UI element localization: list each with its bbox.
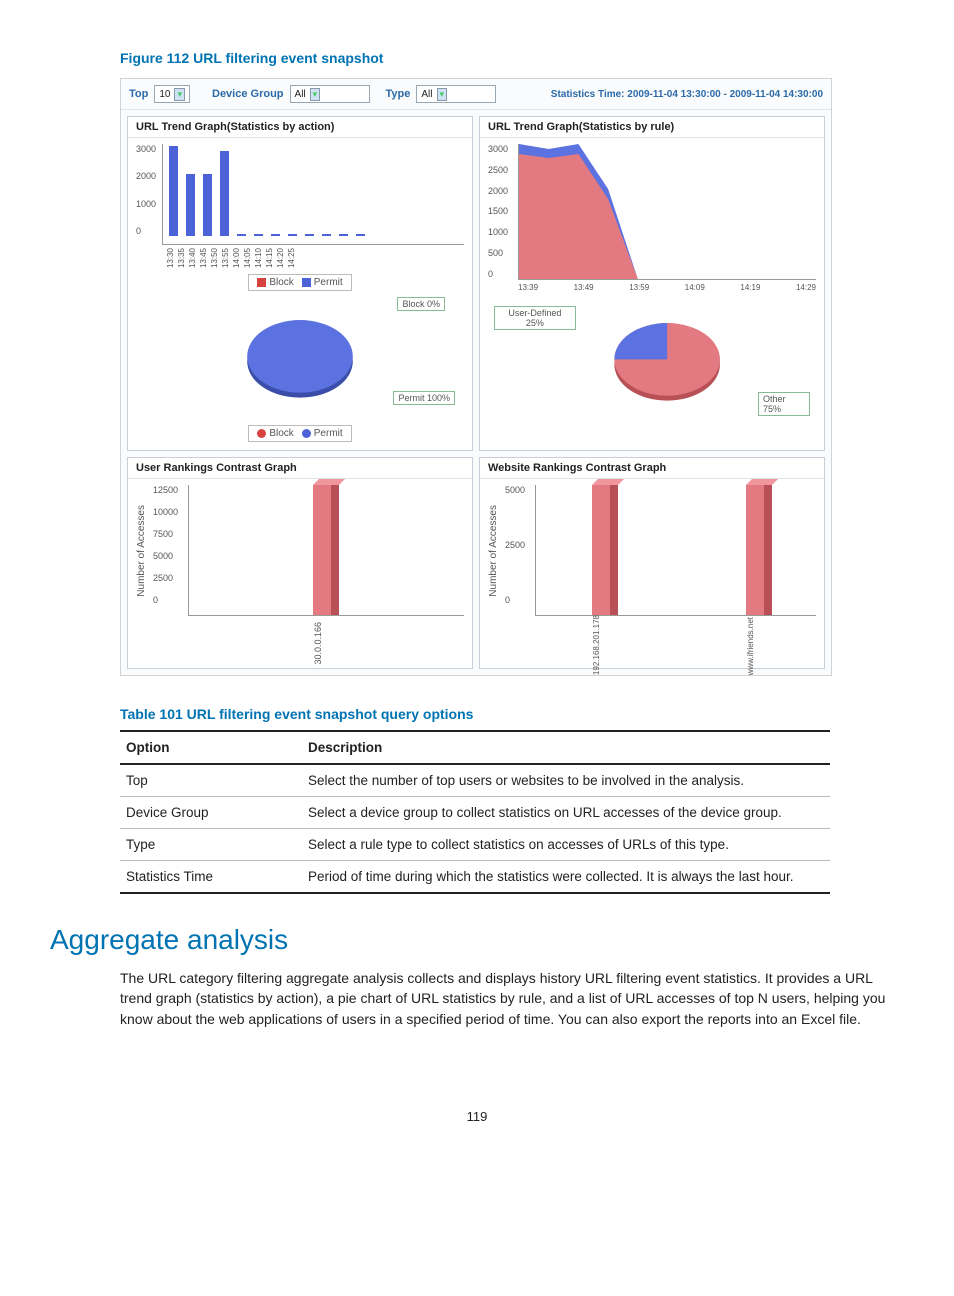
area-chart-rule: 3000 2500 2000 1500 1000 500 0 13:39 [480, 138, 824, 428]
th-description: Description [302, 731, 830, 764]
pie-legend: Block Permit [248, 425, 351, 442]
pie-chart-rule: User-Defined 25% Other 75% [488, 302, 816, 420]
table-row: Statistics Time Period of time during wh… [120, 861, 830, 894]
x-tick: www.ifriends.net [746, 617, 755, 675]
page-number: 119 [50, 1109, 904, 1124]
legend: Block Permit [248, 274, 351, 291]
y-axis: 12500 10000 7500 5000 2500 0 [153, 485, 178, 605]
chevron-down-icon: ▾ [437, 88, 448, 101]
table-caption: Table 101 URL filtering event snapshot q… [120, 706, 904, 722]
top-select[interactable]: 10 ▾ [154, 85, 190, 103]
type-label: Type [386, 88, 411, 100]
chevron-down-icon: ▾ [310, 88, 321, 101]
y-axis: 3000 2000 1000 0 [136, 144, 156, 236]
callout-block: Block 0% [397, 297, 445, 311]
panel-title: Website Rankings Contrast Graph [480, 458, 824, 479]
panel-title: User Rankings Contrast Graph [128, 458, 472, 479]
options-table: Option Description Top Select the number… [120, 730, 830, 894]
pie-chart-action: Block 0% Permit 100% [136, 299, 464, 419]
panel-website-rankings: Website Rankings Contrast Graph Number o… [479, 457, 825, 669]
chevron-down-icon: ▾ [174, 88, 185, 101]
device-group-select[interactable]: All ▾ [290, 85, 370, 103]
table-row: Device Group Select a device group to co… [120, 797, 830, 829]
x-tick: 192.168.201.178 [592, 615, 601, 675]
type-select[interactable]: All ▾ [416, 85, 496, 103]
panel-rule-trend: URL Trend Graph(Statistics by rule) 3000… [479, 116, 825, 451]
panel-title: URL Trend Graph(Statistics by rule) [480, 117, 824, 138]
screenshot-toolbar: Top 10 ▾ Device Group All ▾ Type All ▾ S… [121, 79, 831, 110]
device-group-label: Device Group [212, 88, 284, 100]
bar3d-chart-user: Number of Accesses 12500 10000 7500 5000… [128, 479, 472, 624]
pie-icon [225, 317, 375, 400]
top-value: 10 [159, 89, 170, 100]
table-row: Top Select the number of top users or we… [120, 764, 830, 797]
y-axis: 3000 2500 2000 1500 1000 500 0 [488, 144, 508, 279]
callout-userdef: User-Defined 25% [494, 306, 576, 330]
figure-caption: Figure 112 URL filtering event snapshot [120, 50, 904, 66]
pie-icon [594, 320, 740, 403]
device-group-value: All [295, 89, 306, 100]
bar3d-chart-website: Number of Accesses 5000 2500 0 192.168.2… [480, 479, 824, 624]
stats-time: Statistics Time: 2009-11-04 13:30:00 - 2… [551, 89, 823, 100]
panel-title: URL Trend Graph(Statistics by action) [128, 117, 472, 138]
callout-other: Other 75% [758, 392, 810, 416]
panel-user-rankings: User Rankings Contrast Graph Number of A… [127, 457, 473, 669]
x-axis: 13:39 13:49 13:59 14:09 14:19 14:29 [518, 283, 816, 292]
table-row: Type Select a rule type to collect stati… [120, 829, 830, 861]
y-label: Number of Accesses [136, 505, 147, 597]
x-axis: 13:30 13:35 13:40 13:45 13:50 13:55 14:0… [166, 248, 464, 268]
callout-permit: Permit 100% [393, 391, 455, 405]
th-option: Option [120, 731, 302, 764]
x-tick: 30.0.0.166 [313, 622, 323, 665]
section-heading: Aggregate analysis [50, 924, 904, 956]
screenshot-container: Top 10 ▾ Device Group All ▾ Type All ▾ S… [120, 78, 832, 676]
y-label: Number of Accesses [488, 505, 499, 597]
top-label: Top [129, 88, 148, 100]
section-paragraph: The URL category filtering aggregate ana… [120, 968, 904, 1029]
bar-chart-action: 3000 2000 1000 0 [128, 138, 472, 450]
y-axis: 5000 2500 0 [505, 485, 525, 605]
type-value: All [421, 89, 432, 100]
panel-action-trend: URL Trend Graph(Statistics by action) 30… [127, 116, 473, 451]
